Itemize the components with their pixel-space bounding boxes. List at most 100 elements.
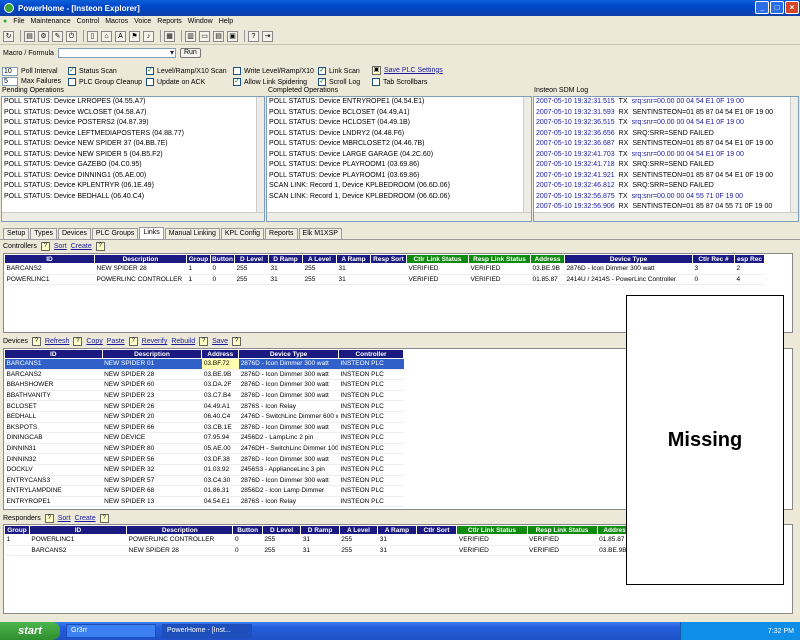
save-plc-settings-option[interactable]: ▣ Save PLC Settings [372,65,443,75]
controllers-create-link[interactable]: Create [71,243,92,250]
scroll-log-option[interactable]: Scroll Log [318,77,360,87]
devices-refresh-link[interactable]: Refresh [45,338,70,345]
save-plc-settings-link[interactable]: Save PLC Settings [384,67,443,74]
devices-save-link[interactable]: Save [212,338,228,345]
help-icon[interactable]: ? [128,337,138,346]
menu-app-icon[interactable]: ● [0,18,10,25]
devices-row[interactable]: BEDHALL NEW SPIDER 20 06.40.C4 2476D - Swit… [4,411,404,423]
refresh-icon[interactable]: ↻ [3,30,14,42]
tab-links[interactable]: Links [139,227,164,239]
column-header-device-type[interactable]: Device Type [238,349,339,359]
devices-copy-link[interactable]: Copy [86,338,102,345]
menu-maintenance[interactable]: Maintenance [28,18,74,25]
level-ramp-scan-checkbox[interactable] [146,67,154,75]
sdm-vscroll[interactable] [790,97,798,212]
column-header-ctlr-rec-[interactable]: Ctlr Rec # [692,254,735,264]
menu-reports[interactable]: Reports [154,18,185,25]
grid-icon[interactable]: ▦ [164,30,175,42]
help-icon[interactable]: ? [232,337,242,346]
run-button[interactable]: Run [179,48,201,58]
tab-setup[interactable]: Setup [3,228,30,239]
column-header-description[interactable]: Description [126,525,234,535]
column-header-group[interactable]: Group [186,254,211,264]
completed-vscroll[interactable] [523,97,531,212]
update-on-ack-option[interactable]: Update on ACK [146,77,205,87]
column-header-ctlr-link-status[interactable]: Ctlr Link Status [456,525,528,535]
max-failures-input[interactable]: 5 [2,76,18,86]
tab-devices[interactable]: Devices [57,228,91,239]
flag-icon[interactable]: ⚑ [129,30,140,42]
column-header-address[interactable]: Address [530,254,565,264]
devices-row[interactable]: BBATHVANITY NEW SPIDER 23 03.C7.B4 2876D - … [4,390,404,402]
controllers-sort-link[interactable]: Sort [54,243,67,250]
spell-icon[interactable]: A [115,30,126,42]
column-header-description[interactable]: Description [94,254,187,264]
devices-row[interactable]: BCLOSET NEW SPIDER 26 04.49.A1 2876S - Icon… [4,400,404,412]
column-header-id[interactable]: ID [28,525,128,535]
poll-interval-input[interactable]: 10 [2,66,18,76]
column-header-resp-link-status[interactable]: Resp Link Status [468,254,531,264]
status-scan-option[interactable]: Status Scan [68,66,117,76]
column-header-button[interactable]: Button [232,525,263,535]
column-header-ctlr-link-status[interactable]: Ctlr Link Status [406,254,469,264]
window-icon[interactable]: ▭ [199,30,210,42]
column-header-d-ramp[interactable]: D Ramp [300,525,340,535]
explorer-icon[interactable]: ▤ [24,30,35,42]
column-header-ctlr-sort[interactable]: Ctlr Sort [415,525,458,535]
column-header-d-level[interactable]: D Level [261,525,302,535]
control-icon[interactable]: ✎ [52,30,63,42]
devices-row[interactable]: DININGCAB NEW DEVICE 07.95.94 2456D2 - Lamp… [4,432,404,444]
column-header-id[interactable]: ID [4,349,103,359]
column-header-d-level[interactable]: D Level [234,254,269,264]
taskbar-item-powerhome[interactable]: PowerHome - [Inst... [162,624,252,638]
tab-plc-groups[interactable]: PLC Groups [91,228,139,239]
column-header-device-type[interactable]: Device Type [564,254,693,264]
layout-icon[interactable]: ▤ [213,30,224,42]
macro-select[interactable] [57,48,176,58]
minimize-button[interactable]: _ [755,1,769,14]
column-header-id[interactable]: ID [4,254,95,264]
tab-kpl-config[interactable]: KPL Config [220,228,265,239]
scroll-log-checkbox[interactable] [318,78,326,86]
level-ramp-scan-option[interactable]: Level/Ramp/X10 Scan [146,66,227,76]
column-header-d-ramp[interactable]: D Ramp [268,254,303,264]
plc-group-cleanup-checkbox[interactable] [68,78,76,86]
help-icon[interactable]: ? [73,337,83,346]
controllers-row[interactable]: BARCANS2 NEW SPIDER 28 1 0 255 31 255 31 VERIFIE… [4,263,765,275]
responders-sort-link[interactable]: Sort [58,515,71,522]
devices-row[interactable]: BKSPOTS NEW SPIDER 66 03.CB.1E 2876D - Icon… [4,422,404,434]
help-icon[interactable]: ? [199,337,209,346]
devices-row[interactable]: DINNIN31 NEW SPIDER 80 05.AE.00 2476DH - Sw… [4,443,404,455]
column-header-a-level[interactable]: A Level [338,525,379,535]
devices-paste-link[interactable]: Paste [107,338,125,345]
devices-row[interactable]: BARCANS1 NEW SPIDER 01 03.BF.72 2876D - Ico… [4,358,404,370]
help-icon[interactable]: ? [248,30,259,42]
menu-control[interactable]: Control [74,18,103,25]
pending-vscroll[interactable] [256,97,264,212]
cascade-icon[interactable]: ▣ [227,30,238,42]
completed-hscroll[interactable] [267,212,531,221]
tab-scrollbars-checkbox[interactable] [372,78,380,86]
start-button[interactable]: start [0,622,60,640]
devices-reverify-link[interactable]: Reverify [142,338,168,345]
update-on-ack-checkbox[interactable] [146,78,154,86]
column-header-controller[interactable]: Controller [337,349,405,359]
devices-row[interactable]: DOCKLV NEW SPIDER 32 01.03.92 2456S3 - Appl… [4,464,404,476]
write-level-ramp-option[interactable]: Write Level/Ramp/X10 [233,66,314,76]
exit-icon[interactable]: ⇥ [262,30,273,42]
tab-types[interactable]: Types [30,228,57,239]
help-icon[interactable]: ? [95,242,105,251]
responders-row[interactable]: 1 POWERLINC1 POWERLINC CONTROLLER 0 255 31 255… [4,534,704,546]
devices-row[interactable]: ENTRYLAMPDINE NEW SPIDER 68 01.86.31 2856D2… [4,485,404,497]
note-icon[interactable]: ♪ [143,30,154,42]
column-header-group[interactable]: Group [4,525,30,535]
taskbar-item-gr3rr[interactable]: Gr3rr [66,624,156,638]
menu-macros[interactable]: Macros [102,18,131,25]
tab-manual-linking[interactable]: Manual Linking [164,228,220,239]
pending-hscroll[interactable] [2,212,264,221]
column-header-button[interactable]: Button [210,254,235,264]
tab-elk-m1xsp[interactable]: Elk M1XSP [298,228,342,239]
close-button[interactable]: × [785,1,799,14]
tab-reports[interactable]: Reports [265,228,298,239]
maximize-button[interactable]: □ [770,1,784,14]
